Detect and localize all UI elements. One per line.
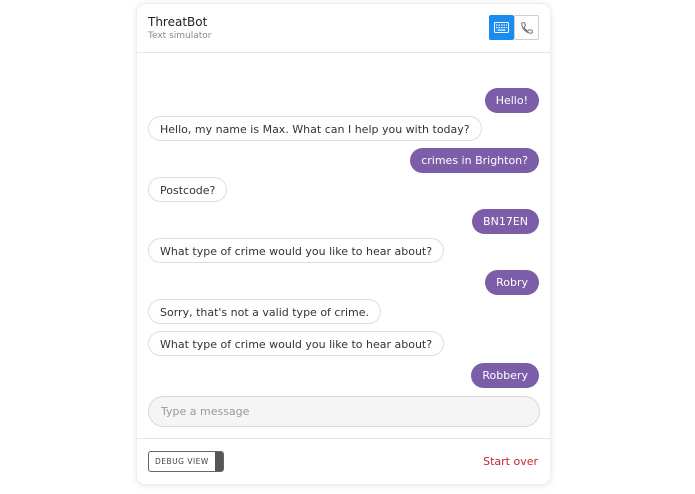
bot-message: What type of crime would you like to hea… [148, 238, 445, 263]
app-subtitle: Text simulator [148, 31, 212, 41]
user-message: Hello! [484, 88, 539, 113]
phone-icon [520, 21, 533, 34]
user-message: crimes in Brighton? [410, 148, 539, 173]
app-title: ThreatBot [148, 15, 208, 29]
bot-message: Sorry, that's not a valid type of crime. [148, 299, 382, 324]
message-input-wrapper [148, 396, 540, 427]
toggle-knob [215, 452, 223, 471]
text-mode-button[interactable] [489, 15, 514, 40]
bot-message: What type of crime would you like to hea… [148, 331, 445, 356]
message-input[interactable] [149, 397, 539, 426]
message-list: Hello! Hello, my name is Max. What can I… [137, 53, 550, 393]
bot-message: Hello, my name is Max. What can I help y… [148, 116, 482, 141]
chat-header: ThreatBot Text simulator [137, 4, 550, 53]
user-message: BN17EN [472, 209, 539, 234]
keyboard-icon [494, 22, 509, 33]
chat-window: ThreatBot Text simulator Hello! Hello, m… [137, 4, 550, 484]
voice-mode-button[interactable] [514, 15, 539, 40]
debug-view-toggle[interactable]: DEBUG VIEW [148, 451, 224, 472]
user-message: Robry [485, 270, 539, 295]
chat-footer: DEBUG VIEW Start over [137, 438, 550, 484]
debug-view-label: DEBUG VIEW [155, 457, 209, 466]
user-message: Robbery [471, 363, 539, 388]
bot-message: Postcode? [148, 177, 228, 202]
start-over-link[interactable]: Start over [483, 455, 538, 468]
